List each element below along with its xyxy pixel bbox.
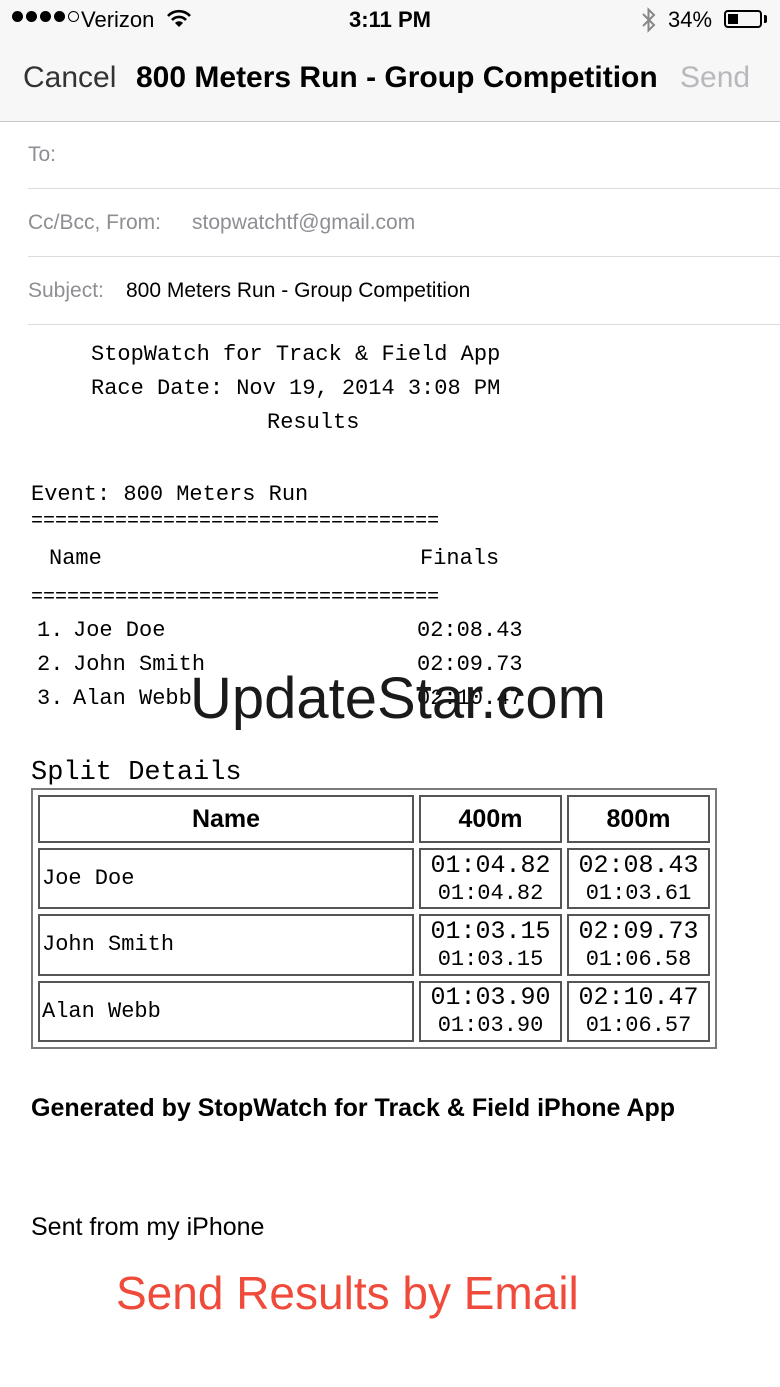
rule-line: ==================================	[31, 586, 440, 609]
send-button[interactable]: Send	[680, 61, 750, 95]
result-name: John Smith	[73, 652, 206, 677]
rule-line: ==================================	[31, 510, 440, 533]
promo-caption: Send Results by Email	[116, 1267, 579, 1319]
column-header-finals: Finals	[420, 546, 500, 571]
split-400m-cell: 01:03.15 01:03.15	[419, 914, 562, 976]
report-race-date: Race Date: Nov 19, 2014 3:08 PM	[91, 376, 501, 401]
cumulative-time: 01:04.82	[430, 850, 551, 880]
cumulative-time: 01:03.90	[430, 983, 551, 1013]
header-name: Name	[38, 795, 414, 843]
header-400m: 400m	[419, 795, 562, 843]
split-athlete-name: Joe Doe	[38, 848, 414, 910]
report-results-heading: Results	[267, 410, 360, 435]
battery-icon	[724, 10, 762, 28]
battery-terminal	[764, 15, 767, 23]
email-signature: Sent from my iPhone	[31, 1213, 265, 1241]
split-400m-cell: 01:04.82 01:04.82	[419, 848, 562, 910]
lap-time: 01:03.15	[437, 946, 544, 972]
result-rank: 1.	[37, 618, 64, 643]
lap-time: 01:06.57	[585, 1013, 692, 1039]
lap-time: 01:04.82	[437, 880, 544, 906]
table-row: John Smith 01:03.15 01:03.15 02:09.73 01…	[38, 914, 710, 976]
split-800m-cell: 02:09.73 01:06.58	[567, 914, 710, 976]
result-name: Joe Doe	[73, 618, 166, 643]
split-details-title: Split Details	[31, 758, 242, 788]
divider	[28, 188, 780, 189]
cancel-button[interactable]: Cancel	[23, 61, 116, 95]
cumulative-time: 02:10.47	[578, 983, 699, 1013]
header-800m: 800m	[567, 795, 710, 843]
compose-title: 800 Meters Run - Group Competition	[136, 61, 658, 94]
split-800m-cell: 02:08.43 01:03.61	[567, 848, 710, 910]
watermark: UpdateStar.com	[190, 666, 606, 731]
split-details-table: Name 400m 800m Joe Doe 01:04.82 01:04.82…	[31, 788, 717, 1049]
battery-level-fill	[728, 14, 738, 24]
bluetooth-icon	[640, 6, 658, 39]
split-800m-cell: 02:10.47 01:06.57	[567, 980, 710, 1042]
cumulative-time: 02:08.43	[578, 850, 699, 880]
subject-field[interactable]: 800 Meters Run - Group Competition	[126, 279, 470, 303]
lap-time: 01:03.90	[437, 1013, 544, 1039]
lap-time: 01:03.61	[585, 880, 692, 906]
from-field[interactable]: stopwatchtf@gmail.com	[192, 211, 415, 235]
column-header-name: Name	[49, 546, 102, 571]
split-athlete-name: Alan Webb	[38, 980, 414, 1042]
report-app-name: StopWatch for Track & Field App	[91, 342, 501, 367]
generated-by-footer: Generated by StopWatch for Track & Field…	[31, 1094, 676, 1122]
split-athlete-name: John Smith	[38, 914, 414, 976]
divider	[28, 256, 780, 257]
result-name: Alan Webb	[73, 686, 192, 711]
cumulative-time: 02:09.73	[578, 916, 699, 946]
divider	[28, 324, 780, 325]
battery-percent: 34%	[668, 7, 713, 32]
cc-bcc-from-label: Cc/Bcc, From:	[28, 211, 162, 234]
table-row: Alan Webb 01:03.90 01:03.90 02:10.47 01:…	[38, 980, 710, 1042]
subject-label: Subject:	[28, 279, 104, 302]
result-time: 02:08.43	[417, 618, 523, 643]
status-time: 3:11 PM	[349, 7, 431, 32]
lap-time: 01:06.58	[585, 946, 692, 972]
table-header-row: Name 400m 800m	[38, 795, 710, 843]
table-row: Joe Doe 01:04.82 01:04.82 02:08.43 01:03…	[38, 848, 710, 910]
to-label: To:	[28, 143, 57, 166]
to-field[interactable]	[70, 130, 770, 180]
event-line: Event: 800 Meters Run	[31, 482, 309, 507]
result-rank: 2.	[37, 652, 64, 677]
result-rank: 3.	[37, 686, 64, 711]
cumulative-time: 01:03.15	[430, 916, 551, 946]
split-400m-cell: 01:03.90 01:03.90	[419, 980, 562, 1042]
